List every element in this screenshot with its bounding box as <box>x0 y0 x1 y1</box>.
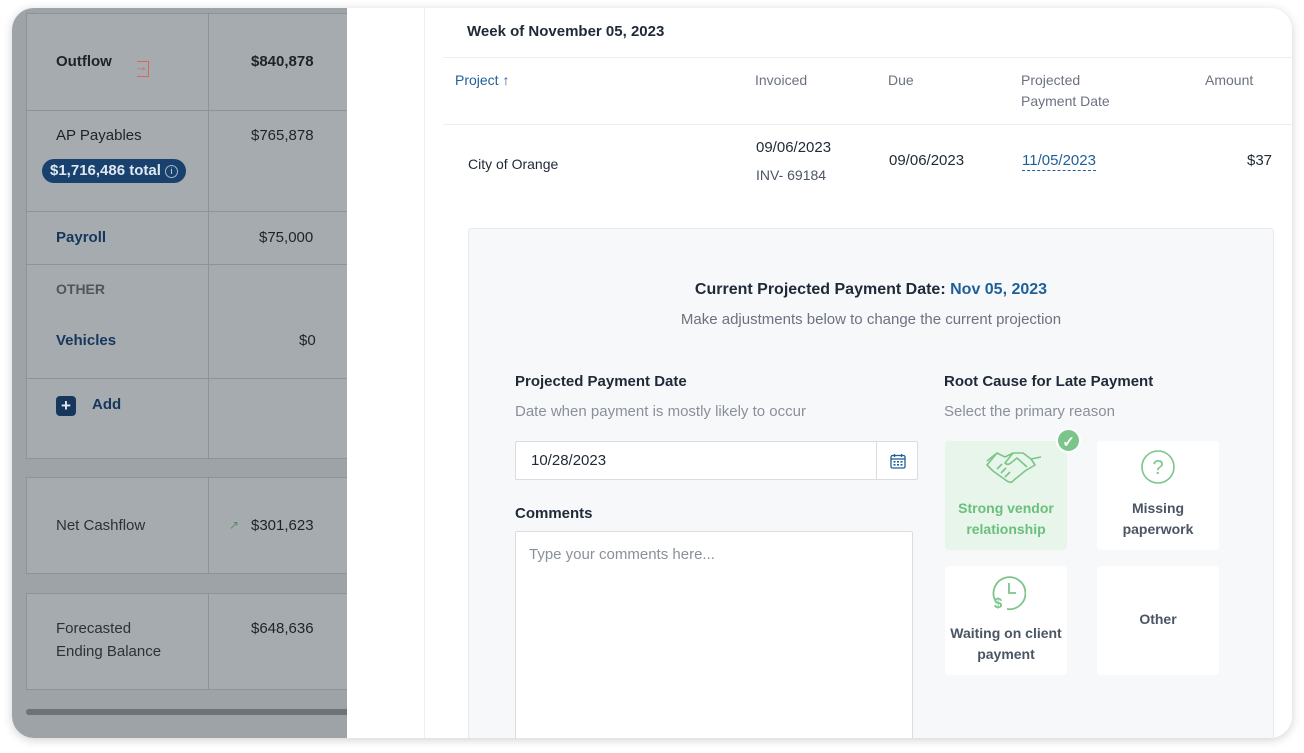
horizontal-scrollbar[interactable] <box>26 709 356 715</box>
info-icon[interactable]: i <box>164 165 178 178</box>
projected-date-input[interactable]: 10/28/2023 <box>515 441 877 480</box>
clock-dollar-icon: $ <box>992 576 1026 612</box>
due-column-header[interactable]: Due <box>888 70 914 91</box>
reason-waiting-on-client-payment[interactable]: $ Waiting on client payment <box>945 566 1067 675</box>
row-due-date: 09/06/2023 <box>889 152 965 169</box>
svg-text:?: ? <box>1152 457 1163 479</box>
root-cause-hint: Select the primary reason <box>944 403 1115 420</box>
invoiced-column-header[interactable]: Invoiced <box>755 70 807 91</box>
sort-arrow-icon[interactable]: ↑ <box>502 72 509 88</box>
row-amount: $37 <box>1247 152 1273 169</box>
selected-check-icon: ✓ <box>1056 428 1081 453</box>
adjust-subtitle: Make adjustments below to change the cur… <box>680 311 1062 328</box>
adjust-projection-panel: Current Projected Payment Date: Nov 05, … <box>468 228 1274 738</box>
projected-date-hint: Date when payment is mostly likely to oc… <box>515 403 806 420</box>
comments-textarea[interactable]: Type your comments here... <box>515 531 913 738</box>
row-invoice-number: INV- 69184 <box>756 167 827 183</box>
reason-other[interactable]: Other <box>1097 566 1219 675</box>
add-icon[interactable]: + <box>56 396 76 416</box>
current-projected-date: Current Projected Payment Date: Nov 05, … <box>694 281 1048 298</box>
reason-missing-paperwork[interactable]: ? Missing paperwork <box>1097 441 1219 550</box>
vehicles-value: $0 <box>299 332 316 349</box>
app-frame: Outflow $840,878 AP Payables $765,878 $1… <box>12 8 1292 738</box>
forecasted-card <box>26 593 356 690</box>
question-icon: ? <box>1141 450 1175 484</box>
projected-date-label: Projected Payment Date <box>515 373 687 390</box>
row-projected-date[interactable]: 11/05/2023 <box>1022 152 1096 171</box>
project-column-header[interactable]: Project ↑ <box>455 70 509 91</box>
outflow-label: Outflow <box>56 53 112 70</box>
root-cause-label: Root Cause for Late Payment <box>944 373 1154 390</box>
projected-column-header[interactable]: Projected Payment Date <box>1021 70 1110 112</box>
amount-column-header[interactable]: Amount <box>1205 70 1253 91</box>
row-invoiced-date: 09/06/2023 <box>756 139 832 156</box>
table-header: Project ↑ Invoiced Due Projected Payment … <box>443 57 1292 125</box>
outflow-icon <box>135 59 149 77</box>
forecasted-value: $648,636 <box>251 620 314 637</box>
net-cashflow-label: Net Cashflow <box>56 517 146 534</box>
other-heading: OTHER <box>56 281 105 297</box>
payroll-link[interactable]: Payroll <box>56 229 106 246</box>
cashflow-panel-overlay: Outflow $840,878 AP Payables $765,878 $1… <box>12 8 356 738</box>
ap-payables-label: AP Payables <box>56 127 142 144</box>
forecasted-label-line1: Forecasted <box>56 620 132 637</box>
net-cashflow-value: $301,623 <box>251 517 314 534</box>
forecasted-label-line2: Ending Balance <box>56 643 162 660</box>
ap-payables-value: $765,878 <box>251 127 314 144</box>
payroll-value: $75,000 <box>259 229 314 246</box>
week-title: Week of November 05, 2023 <box>467 23 665 40</box>
svg-text:$: $ <box>994 595 1003 612</box>
row-project: City of Orange <box>468 156 559 172</box>
calendar-button[interactable] <box>876 441 918 480</box>
vehicles-link[interactable]: Vehicles <box>56 332 116 349</box>
payment-detail-panel: Week of November 05, 2023 Project ↑ Invo… <box>347 8 1292 738</box>
add-button[interactable]: Add <box>92 396 121 413</box>
ap-total-text: $1,716,486 total <box>50 162 161 179</box>
ap-total-badge[interactable]: $1,716,486 total i <box>42 159 186 183</box>
outflow-value: $840,878 <box>251 53 314 70</box>
calendar-icon <box>890 454 906 469</box>
trend-icon: ↗ <box>229 518 240 532</box>
comments-label: Comments <box>515 505 593 522</box>
reason-strong-vendor-relationship[interactable]: Strong vendor relationship <box>945 441 1067 550</box>
handshake-icon <box>986 452 1042 484</box>
